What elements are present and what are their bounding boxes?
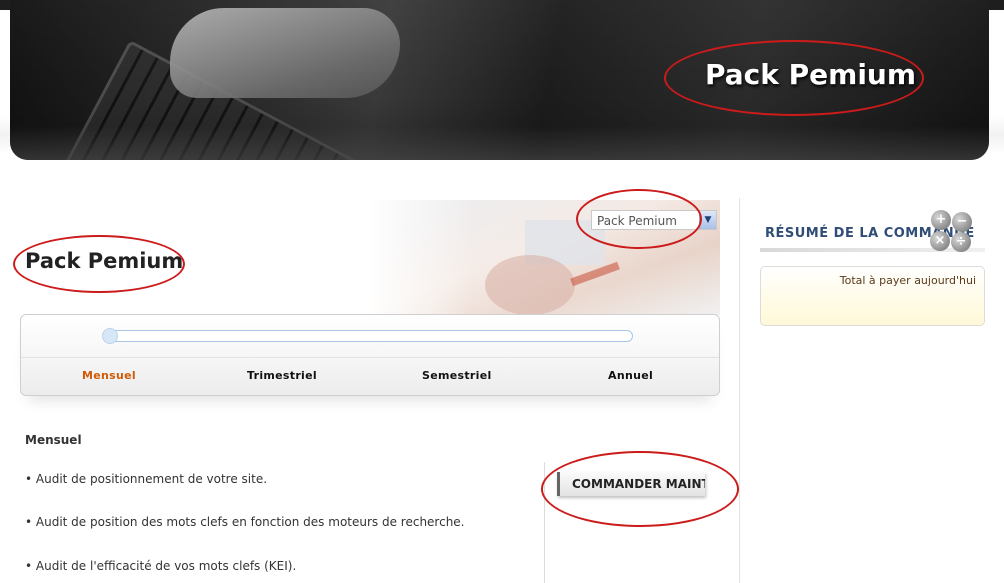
annotation-oval-order: [541, 451, 739, 527]
calculator-icon: + − × ÷: [928, 208, 974, 252]
column-divider: [739, 198, 740, 583]
feature-bullet: • Audit de positionnement de votre site.: [25, 472, 268, 486]
tab-semestriel[interactable]: Semestriel: [422, 369, 492, 382]
annotation-oval-banner: [664, 40, 924, 116]
banner-bottom-glow: [10, 126, 989, 160]
decor-pie-shape: [485, 255, 575, 315]
decor-red-stripe: [570, 261, 620, 287]
details-title: Mensuel: [25, 433, 82, 447]
feature-bullet: • Audit de position des mots clefs en fo…: [25, 515, 465, 529]
slider-track[interactable]: [102, 328, 633, 344]
slider-divider: [21, 357, 719, 358]
order-total-box: Total à payer aujourd'hui: [760, 266, 985, 326]
feature-bullet: • Audit de l'efficacité de vos mots clef…: [25, 559, 297, 573]
annotation-oval-select: [576, 189, 702, 249]
billing-period-slider: Mensuel Trimestriel Semestriel Annuel: [20, 314, 720, 396]
total-label: Total à payer aujourd'hui: [839, 274, 976, 287]
slider-handle[interactable]: [102, 328, 118, 344]
tab-trimestriel[interactable]: Trimestriel: [247, 369, 317, 382]
annotation-oval-title: [13, 235, 185, 293]
tab-mensuel[interactable]: Mensuel: [82, 369, 136, 382]
tab-annuel[interactable]: Annuel: [608, 369, 653, 382]
